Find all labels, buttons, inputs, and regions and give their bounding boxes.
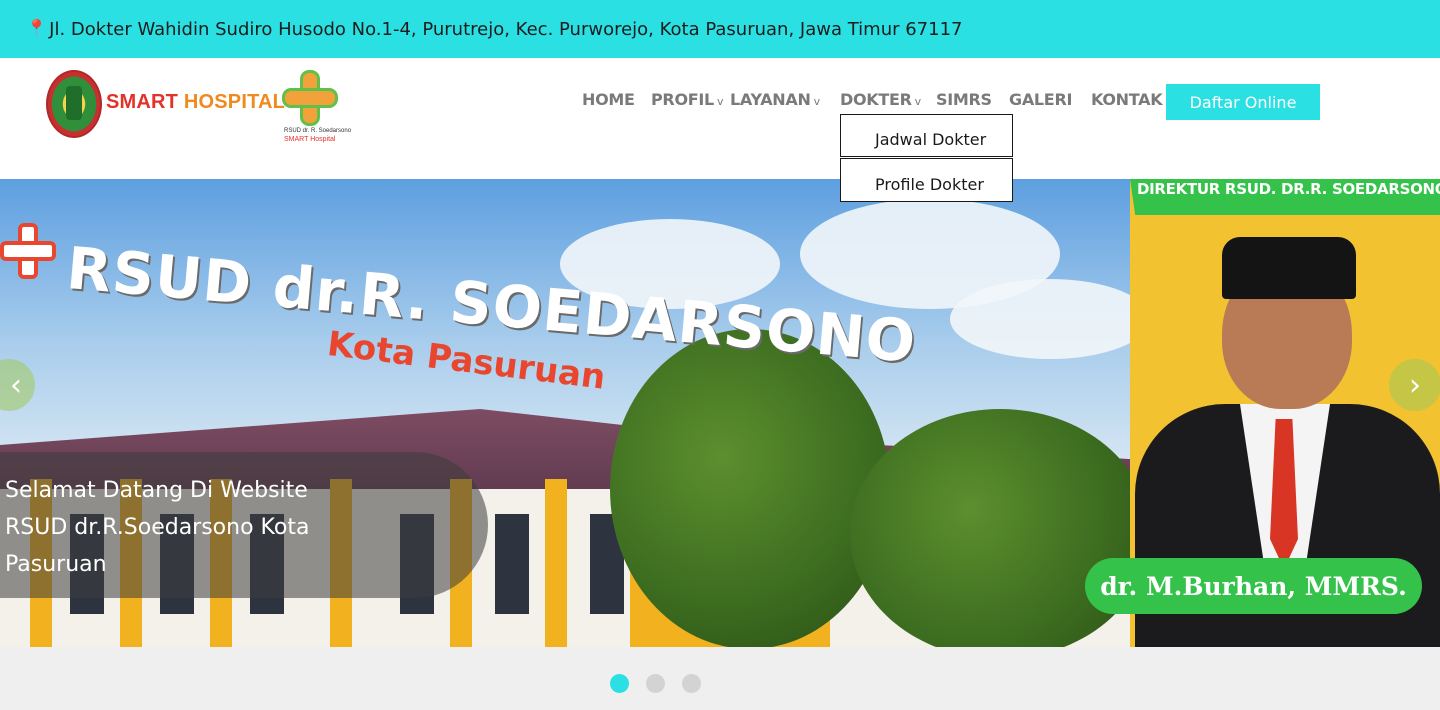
city-seal-icon [46, 70, 102, 138]
site-logo[interactable]: SMART HOSPITAL RSUD dr. R. Soedarsono SM… [46, 70, 351, 150]
chevron-right-icon: › [1409, 367, 1421, 403]
nav-label-layanan: LAYANAN [730, 90, 811, 109]
chevron-left-icon: ‹ [10, 367, 22, 403]
nav-label-dokter: DOKTER [840, 90, 912, 109]
site-header: SMART HOSPITAL RSUD dr. R. Soedarsono SM… [0, 58, 1440, 179]
building-sign-cross-icon [0, 223, 56, 279]
welcome-line: RSUD dr.R.Soedarsono Kota [5, 515, 310, 540]
welcome-caption: Selamat Datang Di Website RSUD dr.R.Soed… [0, 452, 488, 598]
daftar-online-button[interactable]: Daftar Online [1166, 84, 1320, 120]
nav-label-profil: PROFIL [651, 90, 714, 109]
logo-brand-smart: SMART [106, 91, 179, 113]
hero-window [495, 514, 529, 614]
carousel-next-button[interactable]: › [1389, 359, 1440, 411]
welcome-line: Selamat Datang Di Website [5, 478, 308, 503]
dokter-dropdown-menu: Jadwal Dokter Profile Dokter [840, 114, 1013, 202]
dropdown-item-profile-dokter[interactable]: Profile Dokter [840, 158, 1013, 202]
hero-tree [610, 329, 890, 647]
nav-item-layanan[interactable]: LAYANAN v [730, 90, 820, 109]
hero-cloud [950, 279, 1150, 359]
director-name-badge: dr. M.Burhan, MMRS. [1085, 558, 1422, 614]
nav-label-kontak: KONTAK [1091, 90, 1163, 109]
nav-label-simrs: SIMRS [936, 90, 992, 109]
nav-item-galeri[interactable]: GALERI [1009, 90, 1072, 109]
nav-item-dokter[interactable]: DOKTER v [840, 90, 921, 109]
logo-brand-text: SMART HOSPITAL [106, 91, 285, 114]
carousel-dot[interactable] [610, 674, 629, 693]
chevron-down-icon: v [813, 95, 821, 108]
chevron-down-icon: v [914, 95, 922, 108]
director-photo-cap [1222, 237, 1356, 299]
nav-label-home: HOME [582, 90, 635, 109]
hero-carousel: RSUD dr.R. SOEDARSONO Kota Pasuruan DIRE… [0, 179, 1440, 647]
medical-cross-icon [282, 70, 338, 126]
carousel-dot[interactable] [682, 674, 701, 693]
chevron-down-icon: v [716, 95, 724, 108]
nav-item-profil[interactable]: PROFIL v [651, 90, 723, 109]
address-bar: 📍 Jl. Dokter Wahidin Sudiro Husodo No.1-… [0, 0, 1440, 58]
address-text: Jl. Dokter Wahidin Sudiro Husodo No.1-4,… [49, 18, 963, 40]
nav-item-kontak[interactable]: KONTAK [1091, 90, 1163, 109]
welcome-line: Pasuruan [5, 552, 107, 577]
carousel-indicator-bar [0, 647, 1440, 710]
logo-subtitle-rsud: RSUD dr. R. Soedarsono [284, 128, 352, 134]
location-pin-icon: 📍 [26, 19, 48, 38]
nav-item-simrs[interactable]: SIMRS [936, 90, 992, 109]
hero-pillar [545, 479, 567, 647]
dropdown-item-jadwal-dokter[interactable]: Jadwal Dokter [840, 114, 1013, 157]
logo-subtitle-smart: SMART Hospital [284, 136, 336, 143]
logo-brand-hospital: HOSPITAL [178, 91, 286, 113]
carousel-dot[interactable] [646, 674, 665, 693]
nav-item-home[interactable]: HOME [582, 90, 635, 109]
nav-label-galeri: GALERI [1009, 90, 1073, 109]
director-title: DIREKTUR RSUD. DR.R. SOEDARSONO [1137, 180, 1440, 198]
